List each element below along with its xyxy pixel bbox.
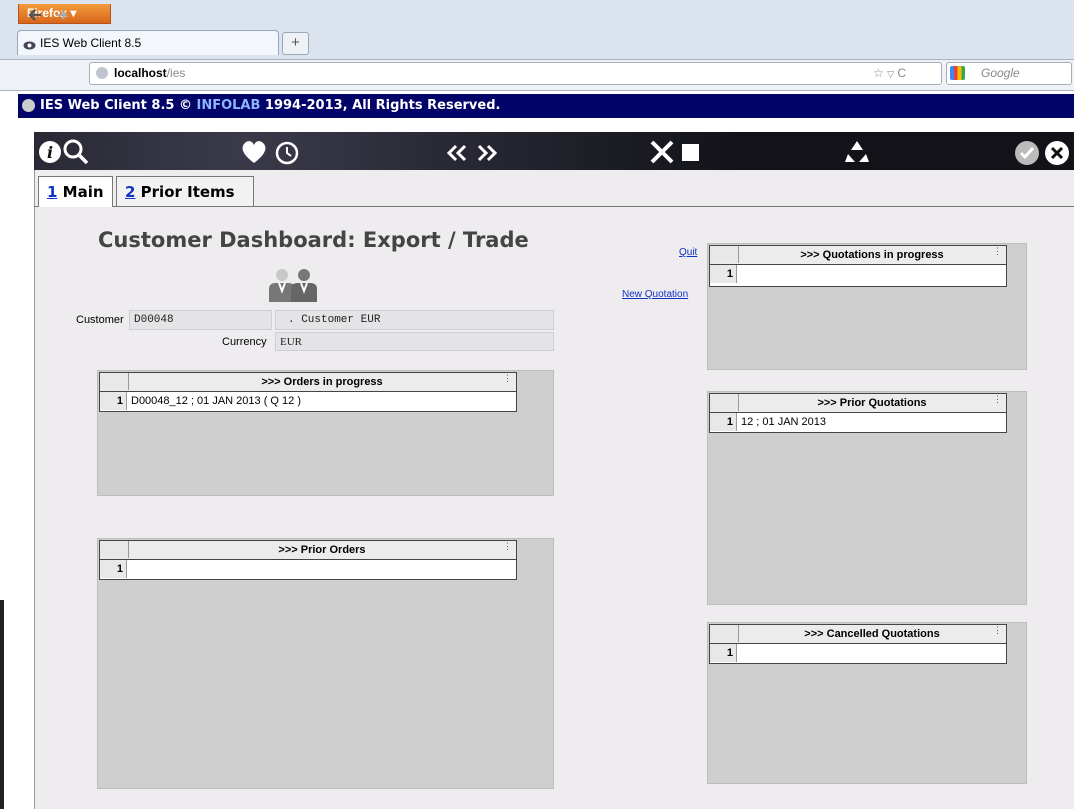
tools-icon[interactable] — [648, 134, 676, 174]
table-row[interactable]: 1 — [100, 560, 516, 578]
tab-prior-items-number: 2 — [125, 183, 136, 201]
grid-header: >>> Cancelled Quotations ⋮ — [710, 625, 1006, 644]
quit-link[interactable]: Quit — [679, 247, 697, 258]
customer-name-field: . Customer EUR — [275, 310, 554, 330]
prev-icon[interactable] — [446, 134, 468, 171]
tab-main-number: 1 — [47, 183, 58, 201]
row-value[interactable]: 12 ; 01 JAN 2013 — [741, 413, 826, 431]
tab-prior-items[interactable]: 2 Prior Items — [116, 176, 254, 206]
cancelled-quotations-grid: >>> Cancelled Quotations ⋮ 1 — [709, 624, 1007, 664]
heart-icon[interactable] — [240, 134, 268, 173]
prior-quotations-title: >>> Prior Quotations — [817, 397, 927, 409]
next-icon[interactable] — [476, 134, 498, 171]
close-icon[interactable] — [1044, 134, 1070, 174]
grid-corner — [710, 246, 739, 263]
cancelled-quotations-title: >>> Cancelled Quotations — [804, 628, 940, 640]
clock-icon[interactable] — [274, 134, 300, 174]
table-row[interactable]: 1 12 ; 01 JAN 2013 — [710, 413, 1006, 431]
browser-tab-title: IES Web Client 8.5 — [40, 36, 142, 50]
app-header-prefix: IES Web Client 8.5 © — [40, 98, 197, 113]
row-number: 1 — [710, 265, 737, 283]
grid-corner — [710, 394, 739, 411]
row-number: 1 — [100, 392, 127, 410]
app-header-suffix: 1994-2013, All Rights Reserved. — [260, 98, 501, 113]
app-logo-icon — [22, 99, 35, 112]
url-bar-actions: ☆ ▽ C — [873, 66, 906, 80]
row-number: 1 — [710, 644, 737, 662]
quotations-in-progress-title: >>> Quotations in progress — [800, 249, 944, 261]
back-icon[interactable] — [28, 5, 42, 27]
new-quotation-link[interactable]: New Quotation — [622, 289, 688, 300]
currency-label: Currency — [222, 336, 267, 348]
grid-corner — [100, 373, 129, 390]
row-value[interactable]: D00048_12 ; 01 JAN 2013 ( Q 12 ) — [131, 392, 301, 410]
grid-corner — [100, 541, 129, 558]
history-dropdown-icon[interactable]: ▽ — [887, 69, 894, 79]
table-row[interactable]: 1 — [710, 644, 1006, 662]
site-favicon-icon — [23, 36, 36, 50]
row-number: 1 — [100, 560, 127, 578]
prior-quotations-grid: >>> Prior Quotations ⋮ 1 12 ; 01 JAN 2013 — [709, 393, 1007, 433]
info-icon[interactable]: i — [38, 134, 62, 172]
grid-menu-icon[interactable]: ⋮ — [503, 541, 512, 551]
customer-people-icon — [264, 268, 324, 302]
customer-code-field[interactable]: D00048 — [129, 310, 272, 330]
url-path: /ies — [166, 66, 186, 80]
bookmark-star-icon[interactable]: ☆ — [873, 66, 884, 80]
stop-icon[interactable] — [680, 134, 702, 172]
grid-header: >>> Prior Orders ⋮ — [100, 541, 516, 560]
orders-in-progress-title: >>> Orders in progress — [261, 376, 383, 388]
grid-menu-icon[interactable]: ⋮ — [993, 394, 1002, 404]
prior-orders-grid: >>> Prior Orders ⋮ 1 — [99, 540, 517, 580]
customer-label: Customer — [76, 314, 124, 326]
tab-main[interactable]: 1 Main — [38, 176, 113, 207]
grid-header: >>> Quotations in progress ⋮ — [710, 246, 1006, 265]
grid-menu-icon[interactable]: ⋮ — [993, 246, 1002, 256]
recycle-icon[interactable] — [842, 134, 872, 175]
check-icon[interactable] — [1014, 134, 1040, 174]
quotations-in-progress-grid: >>> Quotations in progress ⋮ 1 — [709, 245, 1007, 287]
tab-main-label: Main — [57, 183, 104, 201]
browser-tab[interactable]: IES Web Client 8.5 — [17, 30, 279, 55]
svg-text:i: i — [47, 143, 53, 162]
orders-in-progress-grid: >>> Orders in progress ⋮ 1 D00048_12 ; 01 … — [99, 372, 517, 412]
url-host: localhost — [114, 66, 167, 80]
table-row[interactable]: 1 — [710, 265, 1006, 283]
search-engine-icon[interactable] — [950, 66, 965, 80]
grid-menu-icon[interactable]: ⋮ — [993, 625, 1002, 635]
new-tab-button[interactable]: + — [282, 32, 309, 55]
page-title: Customer Dashboard: Export / Trade — [98, 228, 529, 252]
grid-corner — [710, 625, 739, 642]
forward-icon[interactable] — [56, 5, 68, 26]
right-scroll-area — [1057, 207, 1074, 809]
row-number: 1 — [710, 413, 737, 431]
reload-icon[interactable]: C — [897, 66, 906, 80]
app-header: IES Web Client 8.5 © INFOLAB 1994-2013, … — [18, 94, 1074, 118]
prior-orders-title: >>> Prior Orders — [278, 544, 366, 556]
app-toolbar — [34, 132, 1074, 170]
app-header-brand: INFOLAB — [196, 98, 261, 113]
search-icon[interactable] — [62, 134, 90, 174]
table-row[interactable]: 1 D00048_12 ; 01 JAN 2013 ( Q 12 ) — [100, 392, 516, 410]
tab-prior-items-label: Prior Items — [135, 183, 235, 201]
grid-header: >>> Orders in progress ⋮ — [100, 373, 516, 392]
grid-header: >>> Prior Quotations ⋮ — [710, 394, 1006, 413]
window-edge — [0, 600, 4, 809]
grid-menu-icon[interactable]: ⋮ — [503, 373, 512, 383]
currency-field[interactable]: EUR — [275, 332, 554, 351]
url-bar[interactable]: localhost/ies — [89, 62, 942, 85]
site-identity-icon[interactable] — [96, 67, 108, 79]
